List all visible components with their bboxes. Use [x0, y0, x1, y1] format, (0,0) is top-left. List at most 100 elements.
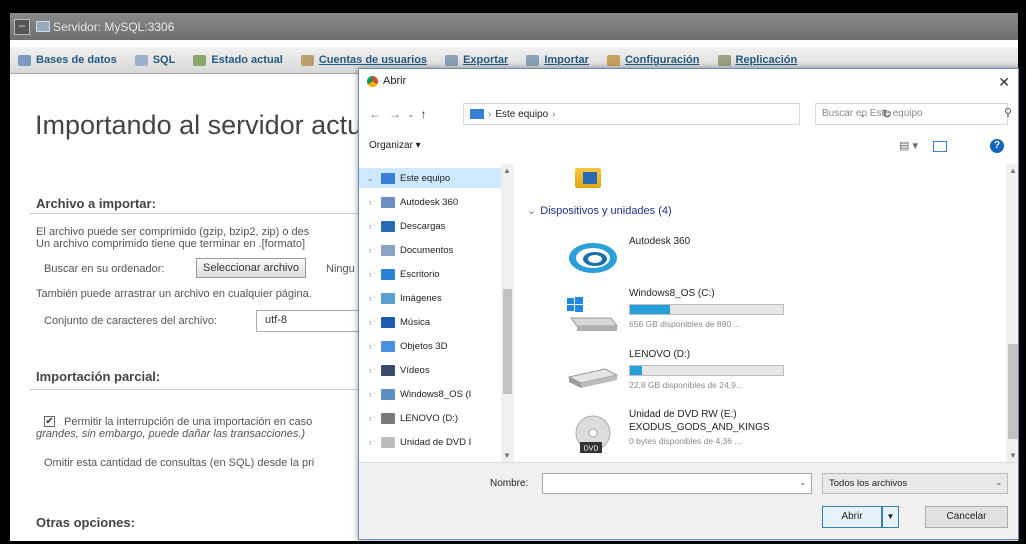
tab-status[interactable]: Estado actual — [185, 54, 293, 66]
device-name: Autodesk 360 — [629, 236, 691, 247]
device-drive-d[interactable]: LENOVO (D:) 22,8 GB disponibles de 24,9.… — [565, 349, 805, 405]
dialog-toolbar: Organizar ▾ ▤ ▾ ? — [359, 135, 1018, 159]
group-header-label: Dispositivos y unidades (4) — [540, 205, 672, 217]
charset-select[interactable]: utf-8 — [256, 310, 366, 332]
scroll-up-icon[interactable]: ▲ — [503, 166, 511, 175]
divider — [30, 389, 390, 390]
search-icon[interactable]: ⚲ — [1004, 106, 1012, 119]
autodesk-icon — [569, 243, 617, 273]
up-arrow-icon[interactable]: ↑ — [421, 107, 427, 121]
organize-menu[interactable]: Organizar ▾ — [369, 140, 421, 151]
import-icon — [526, 54, 540, 66]
recent-locations-icon[interactable]: ⌄ — [407, 109, 415, 120]
drag-note: También puede arrastrar un archivo en cu… — [36, 288, 312, 300]
drive-c-icon — [381, 388, 395, 400]
chevron-right-icon[interactable]: › — [363, 245, 377, 255]
chevron-right-icon[interactable]: › — [363, 221, 377, 231]
select-file-button[interactable]: Seleccionar archivo — [196, 258, 306, 278]
chevron-right-icon[interactable]: › — [363, 293, 377, 303]
help-icon[interactable]: ? — [990, 139, 1004, 153]
nav-scrollbar[interactable]: ▲ ▼ — [501, 164, 514, 462]
nav-item[interactable]: › Objetos 3D — [359, 336, 501, 356]
folder-icon[interactable] — [575, 168, 601, 188]
charset-label: Conjunto de caracteres del archivo: — [44, 315, 218, 327]
device-autodesk-360[interactable]: Autodesk 360 — [565, 230, 805, 286]
group-header[interactable]: ⌄ Dispositivos y unidades (4) — [527, 204, 672, 217]
tab-databases[interactable]: Bases de datos — [10, 54, 127, 66]
content-scroll-thumb[interactable] — [1008, 344, 1018, 439]
nav-item-label: Vídeos — [400, 364, 430, 376]
open-options-chevron-icon[interactable]: ▼ — [882, 506, 899, 528]
tab-label: Estado actual — [211, 54, 283, 66]
chevron-right-icon[interactable]: › — [363, 317, 377, 327]
allow-interrupt-checkbox[interactable]: ✔ — [44, 416, 55, 427]
address-separator: › — [488, 108, 492, 120]
usage-bar — [629, 365, 784, 376]
file-section-title: Archivo a importar: — [36, 196, 156, 211]
address-location[interactable]: Este equipo — [495, 109, 548, 120]
chevron-right-icon[interactable]: › — [363, 365, 377, 375]
cloud-icon — [381, 196, 395, 208]
content-scrollbar[interactable]: ▲ ▼ — [1006, 164, 1018, 462]
forward-arrow-icon[interactable]: → — [389, 107, 401, 121]
chevron-right-icon[interactable]: › — [363, 413, 377, 423]
tab-users[interactable]: Cuentas de usuarios — [293, 54, 437, 66]
open-button[interactable]: Abrir — [822, 506, 882, 528]
chevron-down-icon[interactable]: ⌄ — [527, 205, 536, 217]
nav-item[interactable]: › Descargas — [359, 216, 501, 236]
search-input[interactable]: Buscar en Este equipo — [815, 103, 1008, 125]
tab-export[interactable]: Exportar — [437, 54, 518, 66]
tab-label: Configuración — [624, 54, 700, 66]
file-type-select[interactable]: Todos los archivos — [822, 473, 1008, 494]
dvd-disc-icon: DVD — [575, 415, 611, 453]
device-drive-c[interactable]: Windows8_OS (C:) 656 GB disponibles de 8… — [565, 288, 805, 344]
page-title: Importando al servidor actua — [35, 110, 378, 140]
scroll-down-icon[interactable]: ▼ — [503, 451, 511, 460]
skip-queries-label: Omitir esta cantidad de consultas (en SQ… — [44, 457, 315, 469]
nav-item-label: Documentos — [400, 244, 454, 256]
tab-settings[interactable]: Configuración — [599, 54, 710, 66]
server-icon — [36, 21, 50, 32]
tab-sql[interactable]: SQL — [127, 54, 186, 66]
tab-import[interactable]: Importar — [518, 54, 599, 66]
nav-item[interactable]: ⌄ Este equipo — [359, 168, 501, 188]
scroll-down-icon[interactable]: ▼ — [1009, 451, 1017, 460]
nav-item[interactable]: › LENOVO (D:) — [359, 408, 501, 428]
this-pc-icon — [381, 172, 395, 184]
file-list-area: ⌄ Dispositivos y unidades (4) Autodesk 36… — [515, 164, 1018, 465]
change-view-icon[interactable]: ▤ ▾ — [899, 139, 918, 152]
databases-icon — [18, 54, 31, 66]
scroll-up-icon[interactable]: ▲ — [1009, 166, 1017, 175]
nav-item[interactable]: › Unidad de DVD I — [359, 432, 501, 452]
cancel-button[interactable]: Cancelar — [925, 506, 1008, 528]
nav-item-label: Autodesk 360 — [400, 196, 459, 208]
nav-item[interactable]: › Windows8_OS (I — [359, 384, 501, 404]
chevron-right-icon[interactable]: › — [363, 341, 377, 351]
back-arrow-icon[interactable]: ← — [369, 107, 381, 121]
nav-item[interactable]: › Vídeos — [359, 360, 501, 380]
status-icon — [193, 54, 207, 66]
nav-item-label: Música — [400, 316, 431, 328]
filename-input[interactable] — [542, 473, 812, 494]
tab-replication[interactable]: Replicación — [710, 54, 808, 66]
nav-item-label: Imágenes — [400, 292, 442, 304]
nav-item[interactable]: › Música — [359, 312, 501, 332]
nav-item[interactable]: › Autodesk 360 — [359, 192, 501, 212]
chevron-down-icon[interactable]: ⌄ — [363, 173, 377, 184]
chevron-down-icon[interactable]: ⌄ — [799, 477, 807, 488]
chevron-down-icon[interactable]: ⌄ — [995, 477, 1003, 488]
nav-item[interactable]: › Documentos — [359, 240, 501, 260]
chevron-right-icon[interactable]: › — [363, 389, 377, 399]
nav-item[interactable]: › Escritorio — [359, 264, 501, 284]
chevron-right-icon[interactable]: › — [363, 269, 377, 279]
nav-item[interactable]: › Imágenes — [359, 288, 501, 308]
tab-label: Bases de datos — [36, 54, 117, 66]
collapse-icon[interactable]: – — [14, 18, 30, 35]
chevron-right-icon[interactable]: › — [363, 437, 377, 447]
nav-scroll-thumb[interactable] — [503, 289, 512, 394]
chevron-right-icon[interactable]: › — [363, 197, 377, 207]
close-icon[interactable]: ✕ — [998, 74, 1010, 91]
preview-pane-icon[interactable] — [933, 141, 947, 152]
device-dvd[interactable]: DVD Unidad de DVD RW (E:) EXODUS_GODS_AN… — [565, 409, 805, 465]
address-bar[interactable]: › Este equipo › ⌄ ↻ — [463, 103, 892, 125]
